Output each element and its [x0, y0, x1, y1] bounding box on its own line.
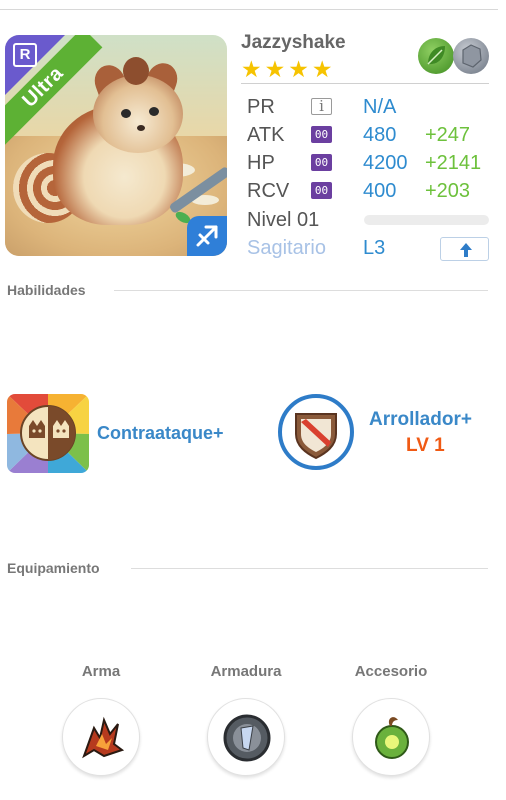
section-title-skills: Habilidades — [7, 282, 86, 298]
equipment-label-weapon: Arma — [81, 663, 121, 680]
stat-value: 400 — [363, 180, 397, 202]
equipment-label-accessory: Accesorio — [354, 663, 428, 680]
stat-bonus: +203 — [425, 180, 471, 202]
armor-icon — [223, 714, 271, 762]
zodiac-sign[interactable]: Sagitario — [247, 237, 326, 260]
rarity-badge: R — [13, 43, 37, 67]
stat-bonus: +247 — [425, 124, 471, 146]
section-divider — [131, 568, 488, 569]
level-progress-bar — [364, 215, 489, 225]
header-divider — [241, 83, 489, 84]
stat-value: 480 — [363, 124, 397, 146]
star-icon: ★ — [241, 56, 262, 82]
stat-bonus: +2141 — [425, 152, 482, 174]
section-divider — [114, 290, 488, 291]
stat-row-rcv: RCV 00 400 +203 — [247, 177, 497, 205]
top-divider — [0, 9, 498, 10]
star-rating: ★ ★ ★ ★ — [241, 56, 333, 82]
equipment-slot-weapon[interactable] — [62, 698, 140, 776]
stat-boost-badge: 00 — [311, 154, 332, 171]
stat-label: ATK — [247, 124, 285, 146]
portrait-eye — [149, 107, 159, 116]
skill-name[interactable]: Contraataque+ — [97, 423, 224, 444]
stat-value: 4200 — [363, 152, 408, 174]
portrait-tuft — [123, 57, 149, 85]
sagittarius-icon — [187, 216, 227, 256]
arrow-up-icon — [460, 243, 472, 257]
stat-label: HP — [247, 152, 275, 174]
star-icon: ★ — [288, 56, 309, 82]
leaf-icon — [418, 38, 454, 74]
stat-boost-badge: 00 — [311, 126, 332, 143]
hero-portrait[interactable]: Ultra R — [5, 35, 227, 256]
stat-row-hp: HP 00 4200 +2141 — [247, 149, 497, 177]
star-icon: ★ — [311, 56, 333, 82]
skill-icon[interactable] — [7, 394, 89, 473]
portrait-head — [93, 75, 183, 153]
portrait-eye — [121, 109, 131, 118]
stat-boost-badge: 00 — [311, 182, 332, 199]
equipment-label-armor: Armadura — [210, 663, 282, 680]
ability-name[interactable]: Arrollador+ — [369, 409, 472, 431]
info-icon[interactable]: i — [311, 98, 332, 115]
hero-name: Jazzyshake — [241, 32, 346, 53]
equipment-slot-accessory[interactable] — [352, 698, 430, 776]
weapon-icon — [82, 716, 125, 759]
rock-icon — [453, 38, 489, 74]
stat-row-pr: PR i N/A — [247, 93, 497, 121]
star-icon: ★ — [264, 56, 286, 82]
stat-label: RCV — [247, 180, 290, 202]
zodiac-level: L3 — [363, 237, 386, 259]
ability-icon[interactable] — [278, 394, 354, 470]
upgrade-button[interactable] — [440, 237, 489, 261]
accessory-icon — [375, 717, 409, 759]
stat-row-atk: ATK 00 480 +247 — [247, 121, 497, 149]
stat-label: PR — [247, 96, 275, 118]
section-title-equipment: Equipamiento — [7, 560, 100, 576]
level-label: Nivel 01 — [247, 209, 320, 231]
equipment-slot-armor[interactable] — [207, 698, 285, 776]
portrait-nose — [137, 125, 145, 131]
stat-value: N/A — [363, 96, 397, 118]
ability-level: LV 1 — [406, 435, 445, 456]
